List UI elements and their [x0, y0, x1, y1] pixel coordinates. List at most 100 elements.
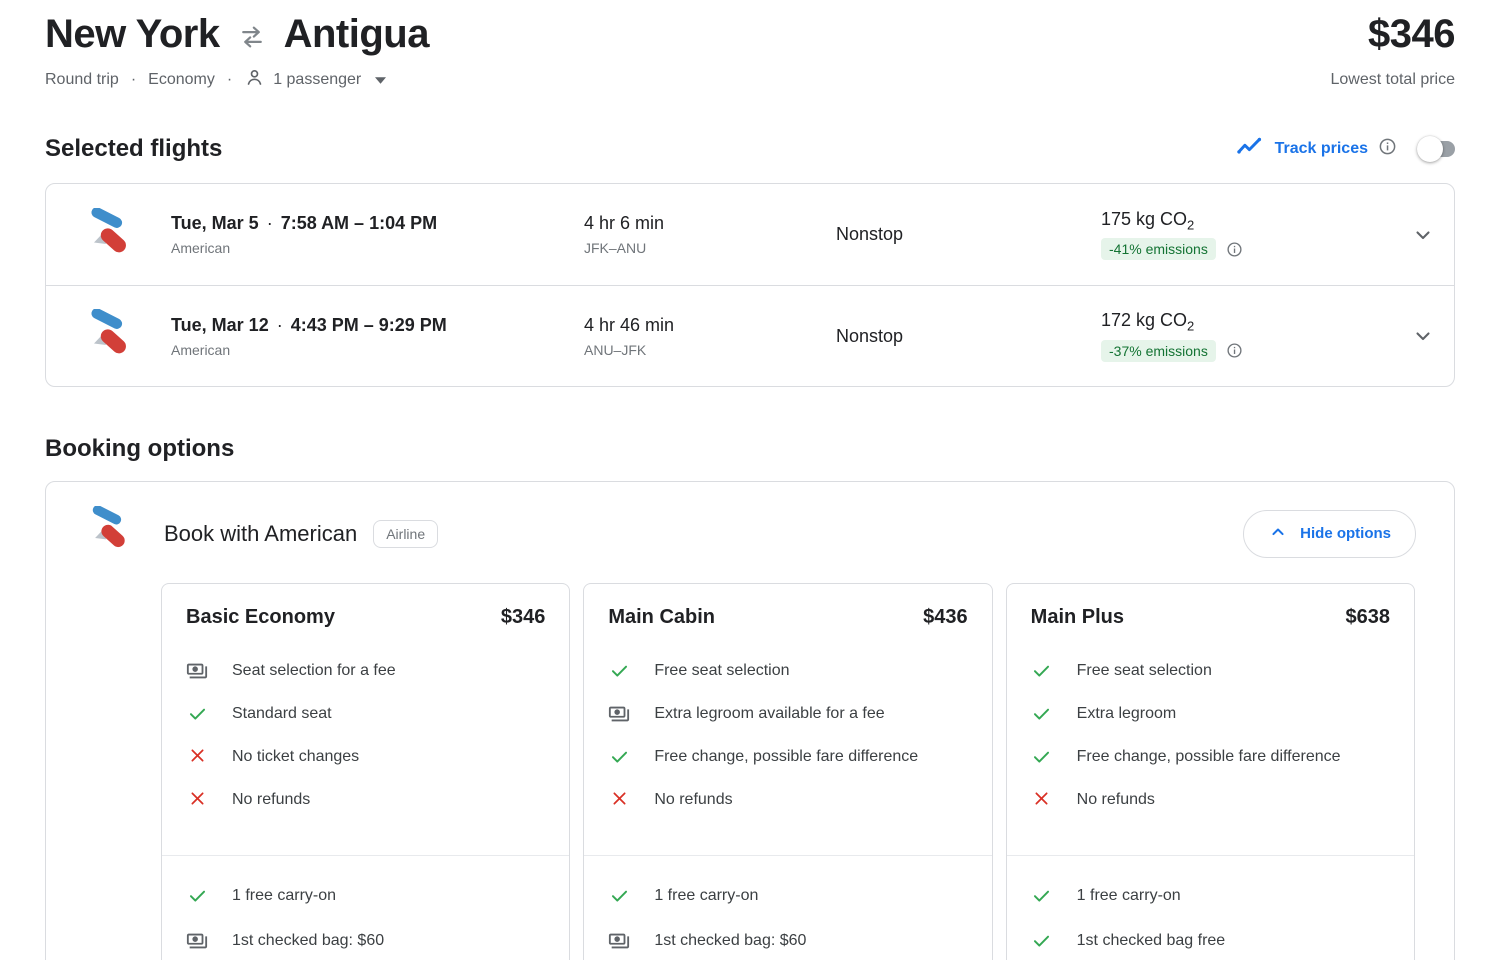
selected-flights-header: Selected flights Track prices — [45, 133, 1455, 165]
fare-feature: Free change, possible fare difference — [608, 743, 967, 770]
check-icon — [608, 657, 630, 681]
fare-feature: Standard seat — [186, 700, 545, 727]
fare-feature: No refunds — [608, 786, 967, 813]
airline-name: American — [171, 341, 231, 358]
fee-icon — [186, 657, 208, 682]
fare-feature: Extra legroom — [1031, 700, 1390, 727]
flight-duration: 4 hr 6 min — [584, 213, 665, 233]
booking-options-header: Booking options — [45, 435, 1455, 463]
book-with-title: Book with American — [164, 520, 358, 546]
fee-icon — [608, 700, 630, 725]
fare-feature: Seat selection for a fee — [186, 657, 545, 684]
check-icon — [608, 743, 630, 767]
emissions-badge: -37% emissions — [1101, 339, 1216, 362]
separator-dot: · — [130, 71, 137, 88]
trip-summary-bar: Round trip · Economy · 1 passenger Lowes… — [45, 67, 1455, 93]
flight-route: JFK–ANU — [584, 240, 647, 256]
fare-feature: Free seat selection — [608, 657, 967, 684]
track-prices-toggle[interactable] — [1417, 136, 1455, 162]
flight-row-return[interactable]: Tue, Mar 12 · 4:43 PM – 9:29 PM American 4… — [46, 285, 1454, 386]
info-icon[interactable] — [1378, 137, 1397, 161]
fare-card-basic-economy: Basic Economy $346 Seat selection for a … — [161, 583, 571, 960]
section-title-booking-options: Booking options — [45, 435, 235, 462]
check-icon — [1031, 927, 1053, 951]
american-airlines-logo — [84, 503, 134, 561]
fare-feature: Free seat selection — [1031, 657, 1390, 684]
flight-date: Tue, Mar 5 — [171, 213, 259, 233]
chevron-down-icon — [375, 71, 387, 89]
trip-type-label[interactable]: Round trip — [45, 71, 119, 89]
price-trend-icon — [1236, 133, 1263, 165]
track-prices-control: Track prices — [1236, 133, 1455, 165]
fare-options: Basic Economy $346 Seat selection for a … — [46, 583, 1454, 960]
cross-icon — [608, 786, 630, 808]
check-icon — [186, 882, 208, 906]
flight-times: 4:43 PM – 9:29 PM — [290, 314, 447, 335]
origin-city: New York — [45, 12, 220, 56]
flight-route: ANU–JFK — [584, 341, 647, 358]
airline-name: American — [171, 240, 231, 256]
fare-name: Main Cabin — [608, 606, 715, 628]
flight-date: Tue, Mar 12 — [171, 314, 269, 335]
baggage-feature: 1 free carry-on — [186, 882, 545, 909]
check-icon — [1031, 743, 1053, 767]
info-icon[interactable] — [1226, 241, 1243, 258]
fare-card-main-cabin: Main Cabin $436 Free seat selection Extr… — [583, 583, 993, 960]
cross-icon — [186, 786, 208, 808]
baggage-feature: 1 free carry-on — [1031, 882, 1390, 909]
selected-flights-card: Tue, Mar 5 · 7:58 AM – 1:04 PM American 4 … — [45, 183, 1455, 387]
hide-options-label: Hide options — [1300, 525, 1391, 542]
american-airlines-logo — [46, 309, 171, 363]
fare-feature: Extra legroom available for a fee — [608, 700, 967, 727]
expand-flight-button[interactable] — [1391, 324, 1454, 348]
info-icon[interactable] — [1226, 342, 1243, 359]
expand-flight-button[interactable] — [1391, 223, 1454, 247]
flights-page: New York Antigua $346 Round trip · Econo… — [0, 0, 1500, 960]
baggage-feature: 1 free carry-on — [608, 882, 967, 909]
baggage-feature: 1st checked bag: $60 — [608, 927, 967, 954]
fare-name: Main Plus — [1030, 606, 1125, 628]
airline-badge: Airline — [373, 519, 439, 548]
check-icon — [1031, 882, 1053, 906]
section-title-selected-flights: Selected flights — [45, 135, 223, 162]
cross-icon — [1031, 786, 1053, 808]
separator-dot: · — [266, 213, 273, 233]
american-airlines-logo — [46, 207, 171, 262]
cabin-class-label[interactable]: Economy — [148, 71, 215, 89]
swap-arrows-icon — [238, 23, 266, 51]
fee-icon — [608, 927, 630, 952]
person-icon — [244, 67, 265, 93]
chevron-up-icon — [1268, 522, 1288, 546]
fare-price: $346 — [500, 606, 546, 628]
fare-feature: No refunds — [186, 786, 545, 813]
passenger-selector[interactable]: 1 passenger — [244, 67, 387, 93]
page-header: New York Antigua $346 — [45, 12, 1455, 57]
stops-label: Nonstop — [836, 325, 904, 346]
route-title: New York Antigua — [45, 12, 429, 57]
baggage-feature: 1st checked bag: $60 — [186, 927, 545, 954]
destination-city: Antigua — [283, 12, 430, 56]
fare-feature: No ticket changes — [186, 743, 545, 770]
flight-row-outbound[interactable]: Tue, Mar 5 · 7:58 AM – 1:04 PM American 4 … — [46, 184, 1454, 285]
fare-name: Basic Economy — [186, 606, 335, 628]
hide-options-button[interactable]: Hide options — [1243, 509, 1416, 558]
cross-icon — [186, 743, 208, 765]
check-icon — [186, 700, 208, 724]
separator-dot: · — [226, 71, 233, 88]
track-prices-label[interactable]: Track prices — [1275, 140, 1368, 158]
flight-times: 7:58 AM – 1:04 PM — [280, 213, 438, 233]
check-icon — [1031, 700, 1053, 724]
baggage-feature: 1st checked bag free — [1031, 927, 1390, 954]
price-caption: Lowest total price — [1330, 71, 1455, 88]
co2-amount: 175 kg CO2 — [1101, 208, 1195, 233]
check-icon — [1031, 657, 1053, 681]
separator-dot: · — [276, 314, 283, 335]
passenger-count-label: 1 passenger — [273, 71, 362, 88]
fare-feature: Free change, possible fare difference — [1031, 743, 1390, 770]
fare-card-main-plus: Main Plus $638 Free seat selection Extra… — [1005, 583, 1415, 960]
fare-price: $436 — [923, 606, 968, 628]
fare-feature: No refunds — [1031, 786, 1390, 813]
flight-duration: 4 hr 46 min — [584, 314, 675, 335]
fare-price: $638 — [1345, 606, 1390, 628]
emissions-badge: -41% emissions — [1101, 238, 1216, 261]
